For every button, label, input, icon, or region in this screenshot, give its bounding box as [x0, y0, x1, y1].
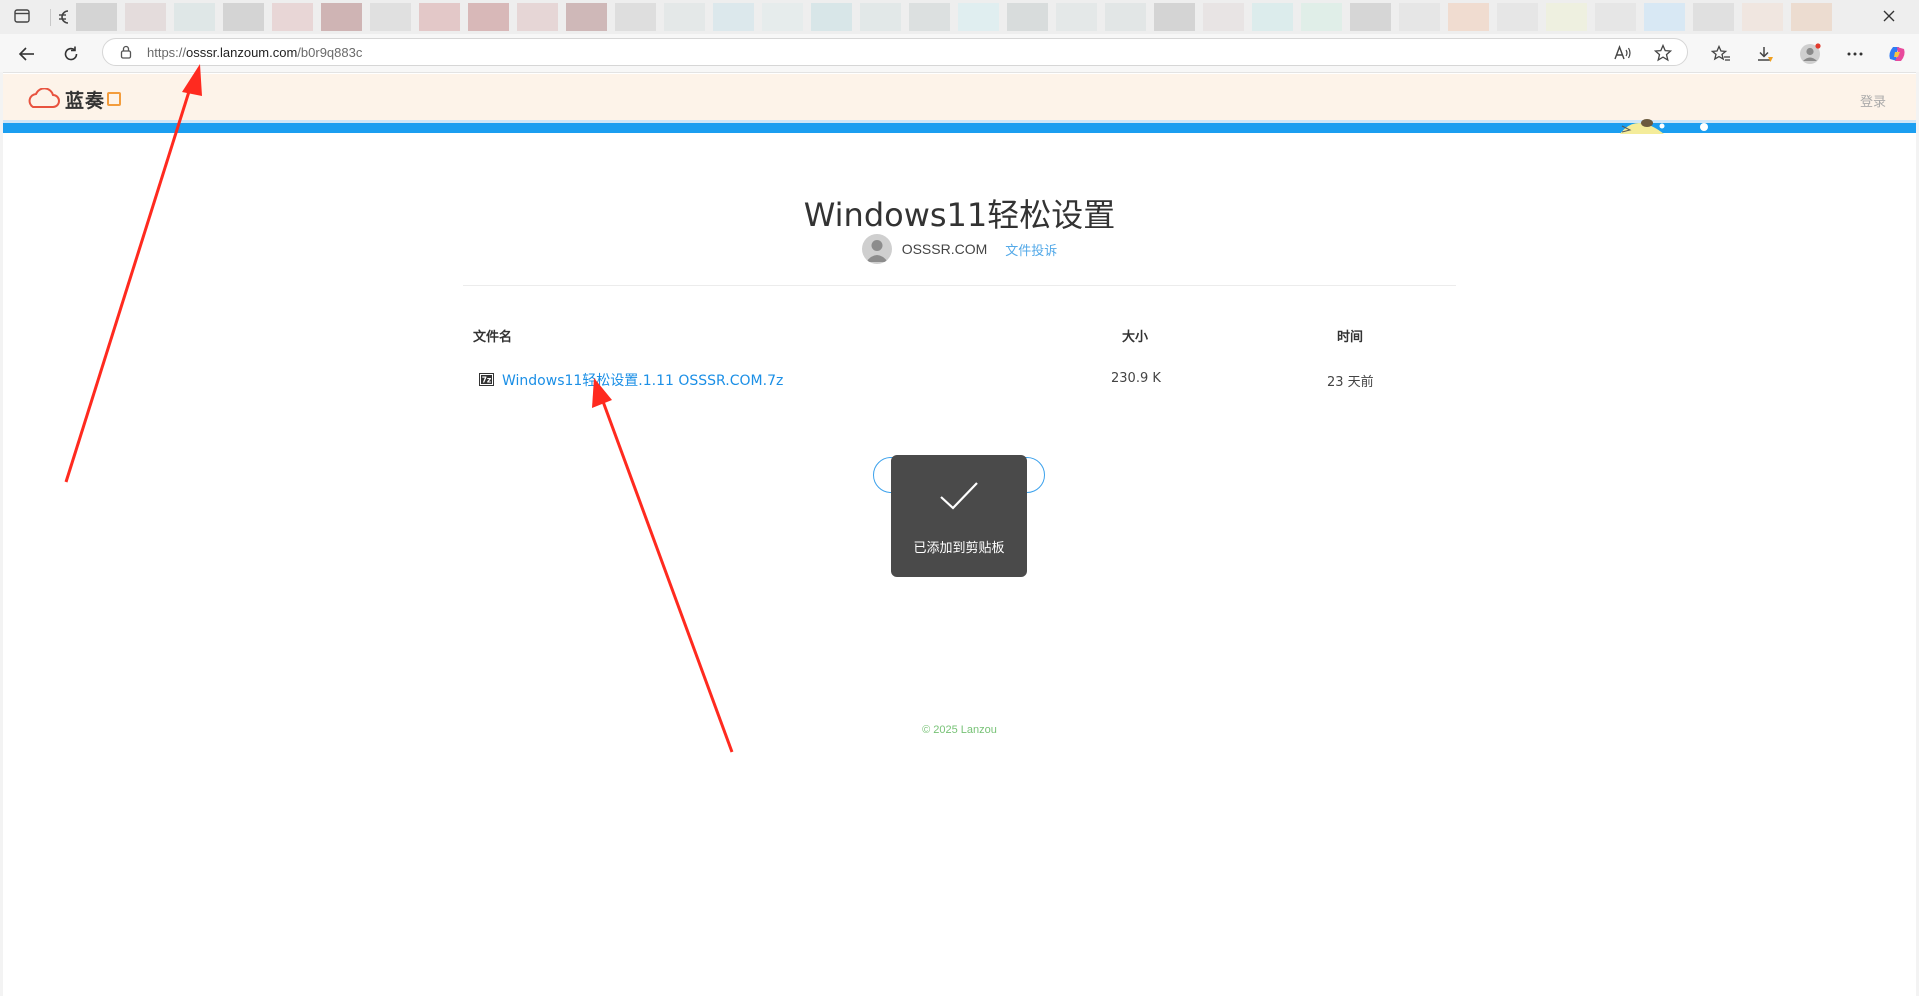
- blurred-tab[interactable]: [860, 3, 901, 31]
- blurred-tab[interactable]: [1595, 3, 1636, 31]
- blurred-tab[interactable]: [1448, 3, 1489, 31]
- blurred-tab[interactable]: [1546, 3, 1587, 31]
- back-icon: [18, 47, 34, 61]
- file-title: Windows11轻松设置: [803, 196, 1116, 234]
- blurred-tab[interactable]: [762, 3, 803, 31]
- blurred-tab[interactable]: [1252, 3, 1293, 31]
- favorites-list-icon: [1711, 45, 1730, 61]
- blurred-tab[interactable]: [1350, 3, 1391, 31]
- blurred-tab[interactable]: [1693, 3, 1734, 31]
- column-header-name: 文件名: [473, 330, 513, 345]
- blurred-tab[interactable]: [1203, 3, 1244, 31]
- site-header: 蓝奏 登录: [3, 74, 1916, 120]
- edge-tab-favicon-icon[interactable]: [56, 8, 72, 26]
- favorites-button[interactable]: [1707, 40, 1735, 68]
- blurred-tab[interactable]: [419, 3, 460, 31]
- uploader-row: OSSSR.COM 文件投诉: [0, 234, 1919, 264]
- column-header-size: 大小: [1122, 330, 1149, 345]
- page-left-edge: [0, 72, 3, 996]
- back-button[interactable]: [13, 40, 41, 68]
- blurred-tab[interactable]: [1007, 3, 1048, 31]
- blurred-tab[interactable]: [321, 3, 362, 31]
- blurred-tab[interactable]: [370, 3, 411, 31]
- blurred-tab[interactable]: [468, 3, 509, 31]
- url-host: osssr.lanzoum.com: [186, 45, 298, 60]
- 7z-file-icon: 7z: [479, 373, 494, 386]
- favorite-star-icon: [1654, 44, 1672, 62]
- toast-message: 已添加到剪贴板: [913, 541, 1005, 556]
- blurred-tab[interactable]: [811, 3, 852, 31]
- tab-separator: [50, 9, 51, 26]
- blurred-tab[interactable]: [223, 3, 264, 31]
- blurred-tab[interactable]: [713, 3, 754, 31]
- check-icon: [940, 482, 978, 510]
- arrow-to-file-link: [592, 378, 734, 753]
- blurred-tab[interactable]: [615, 3, 656, 31]
- blurred-tab[interactable]: [76, 3, 117, 31]
- blurred-tab[interactable]: [1742, 3, 1783, 31]
- file-download-link[interactable]: Windows11轻松设置.1.11 OSSSR.COM.7z: [502, 370, 783, 390]
- copilot-button[interactable]: [1883, 40, 1911, 68]
- more-button[interactable]: [1841, 40, 1869, 68]
- report-file-link[interactable]: 文件投诉: [1005, 240, 1057, 259]
- blurred-tab[interactable]: [1497, 3, 1538, 31]
- blurred-tab[interactable]: [517, 3, 558, 31]
- more-icon: [1847, 52, 1863, 56]
- content-divider: [463, 285, 1456, 286]
- file-size: 230.9 K: [1111, 371, 1161, 386]
- copilot-icon: [1889, 47, 1905, 61]
- blurred-tab[interactable]: [909, 3, 950, 31]
- user-avatar-icon: [865, 240, 888, 262]
- svg-text:7z: 7z: [482, 376, 492, 385]
- url-path: /b0r9q883c: [297, 45, 363, 60]
- favorite-button[interactable]: [1653, 43, 1673, 63]
- blurred-tab[interactable]: [1105, 3, 1146, 31]
- blurred-tab[interactable]: [272, 3, 313, 31]
- lock-icon[interactable]: [119, 45, 133, 59]
- uploader-name: OSSSR.COM: [901, 241, 988, 257]
- blurred-tab[interactable]: [958, 3, 999, 31]
- footer-copyright: © 2025 Lanzou: [922, 724, 997, 736]
- file-time: 23 天前: [1327, 375, 1374, 390]
- read-aloud-button[interactable]: [1613, 43, 1633, 63]
- blurred-tab[interactable]: [1644, 3, 1685, 31]
- url-text[interactable]: https://osssr.lanzoum.com/b0r9q883c: [147, 45, 362, 60]
- read-aloud-icon: [1614, 45, 1631, 60]
- login-link[interactable]: 登录: [1860, 91, 1886, 110]
- blurred-tab[interactable]: [1056, 3, 1097, 31]
- blurred-tab[interactable]: [174, 3, 215, 31]
- logo-text: 蓝奏: [65, 89, 106, 112]
- profile-button[interactable]: [1796, 40, 1824, 68]
- clipboard-toast: 已添加到剪贴板: [891, 455, 1027, 577]
- profile-icon: [1800, 43, 1821, 64]
- tab-actions-icon[interactable]: [14, 9, 30, 23]
- refresh-icon: [64, 46, 78, 61]
- cloud-logo-icon: [28, 88, 60, 108]
- download-icon: [1758, 47, 1773, 62]
- address-bar[interactable]: https://osssr.lanzoum.com/b0r9q883c: [102, 38, 1688, 66]
- browser-toolbar: https://osssr.lanzoum.com/b0r9q883c: [0, 34, 1919, 73]
- blurred-tab[interactable]: [1154, 3, 1195, 31]
- mascot-decoration-icon: [1620, 119, 1708, 134]
- site-logo[interactable]: 蓝奏: [25, 88, 122, 112]
- blurred-tab[interactable]: [664, 3, 705, 31]
- blurred-tab[interactable]: [1399, 3, 1440, 31]
- blurred-tab[interactable]: [1791, 3, 1832, 31]
- column-header-time: 时间: [1337, 330, 1364, 345]
- downloads-button[interactable]: [1751, 40, 1779, 68]
- url-scheme: https://: [147, 45, 187, 60]
- browser-tab-bar: [0, 0, 1919, 34]
- blurred-tabs[interactable]: [76, 3, 1856, 31]
- blurred-tab[interactable]: [1301, 3, 1342, 31]
- logo-badge-icon: [107, 92, 122, 106]
- blurred-tab[interactable]: [125, 3, 166, 31]
- window-close-icon[interactable]: [1881, 8, 1897, 24]
- avatar: [861, 234, 892, 264]
- refresh-button[interactable]: [57, 40, 85, 68]
- blurred-tab[interactable]: [566, 3, 607, 31]
